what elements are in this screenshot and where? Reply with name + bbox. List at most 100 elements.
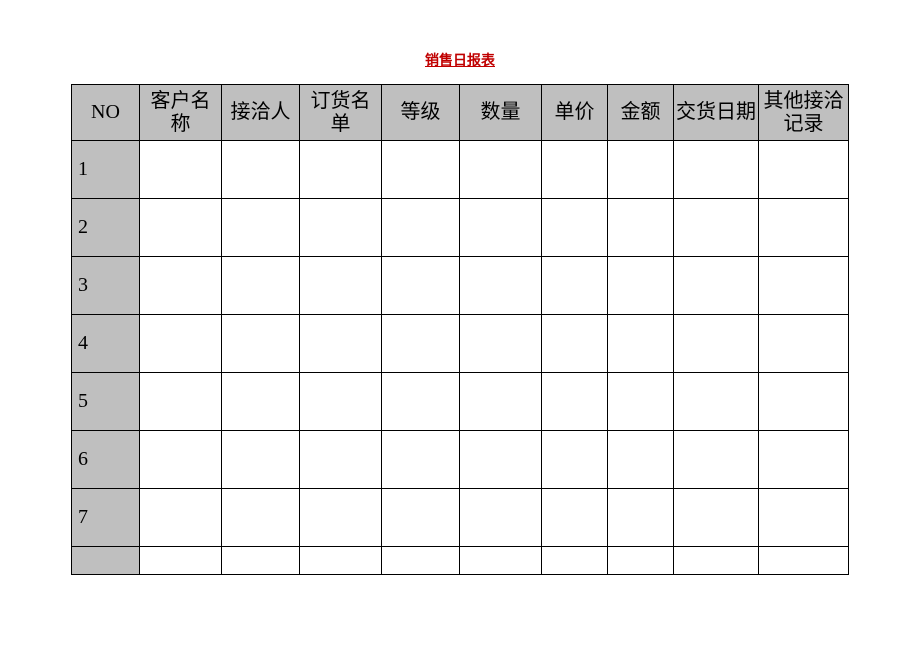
cell-no (72, 547, 140, 575)
cell-customer (140, 431, 222, 489)
cell-delivery (674, 199, 759, 257)
header-no: NO (72, 85, 140, 141)
table-row: 4 (72, 315, 849, 373)
cell-other (759, 489, 849, 547)
table-row: 5 (72, 373, 849, 431)
cell-contact (222, 199, 300, 257)
cell-price (542, 373, 608, 431)
header-customer: 客户名称 (140, 85, 222, 141)
header-delivery: 交货日期 (674, 85, 759, 141)
cell-grade (382, 489, 460, 547)
cell-qty (460, 141, 542, 199)
header-contact: 接洽人 (222, 85, 300, 141)
header-amount: 金额 (608, 85, 674, 141)
cell-no: 5 (72, 373, 140, 431)
cell-qty (460, 431, 542, 489)
cell-contact (222, 431, 300, 489)
cell-customer (140, 489, 222, 547)
cell-grade (382, 141, 460, 199)
cell-contact (222, 373, 300, 431)
cell-other (759, 373, 849, 431)
cell-other (759, 547, 849, 575)
cell-grade (382, 373, 460, 431)
header-price: 单价 (542, 85, 608, 141)
table-row: 2 (72, 199, 849, 257)
cell-amount (608, 547, 674, 575)
cell-order (300, 489, 382, 547)
sales-report-table: NO 客户名称 接洽人 订货名单 等级 数量 单价 金额 交货日期 其他接洽记录… (71, 84, 849, 575)
cell-order (300, 141, 382, 199)
cell-customer (140, 257, 222, 315)
cell-amount (608, 141, 674, 199)
cell-price (542, 489, 608, 547)
cell-order (300, 257, 382, 315)
cell-delivery (674, 431, 759, 489)
table-row: 1 (72, 141, 849, 199)
cell-grade (382, 199, 460, 257)
cell-contact (222, 257, 300, 315)
header-grade: 等级 (382, 85, 460, 141)
cell-delivery (674, 373, 759, 431)
cell-contact (222, 315, 300, 373)
table-header-row: NO 客户名称 接洽人 订货名单 等级 数量 单价 金额 交货日期 其他接洽记录 (72, 85, 849, 141)
cell-grade (382, 315, 460, 373)
cell-delivery (674, 257, 759, 315)
cell-customer (140, 141, 222, 199)
cell-no: 1 (72, 141, 140, 199)
cell-delivery (674, 141, 759, 199)
cell-order (300, 373, 382, 431)
cell-order (300, 315, 382, 373)
cell-delivery (674, 489, 759, 547)
table-row: 7 (72, 489, 849, 547)
cell-other (759, 431, 849, 489)
cell-qty (460, 373, 542, 431)
cell-delivery (674, 547, 759, 575)
cell-other (759, 141, 849, 199)
cell-no: 6 (72, 431, 140, 489)
cell-customer (140, 199, 222, 257)
cell-price (542, 431, 608, 489)
cell-qty (460, 315, 542, 373)
cell-no: 2 (72, 199, 140, 257)
cell-other (759, 257, 849, 315)
cell-price (542, 315, 608, 373)
cell-amount (608, 257, 674, 315)
cell-amount (608, 199, 674, 257)
table-body: 1 2 3 (72, 141, 849, 575)
cell-qty (460, 489, 542, 547)
cell-order (300, 199, 382, 257)
table-row (72, 547, 849, 575)
cell-amount (608, 373, 674, 431)
header-order: 订货名单 (300, 85, 382, 141)
cell-qty (460, 199, 542, 257)
cell-no: 7 (72, 489, 140, 547)
header-other: 其他接洽记录 (759, 85, 849, 141)
cell-no: 3 (72, 257, 140, 315)
cell-customer (140, 373, 222, 431)
cell-no: 4 (72, 315, 140, 373)
cell-price (542, 141, 608, 199)
cell-customer (140, 315, 222, 373)
cell-amount (608, 431, 674, 489)
cell-price (542, 257, 608, 315)
cell-amount (608, 489, 674, 547)
cell-customer (140, 547, 222, 575)
cell-amount (608, 315, 674, 373)
cell-order (300, 431, 382, 489)
cell-price (542, 199, 608, 257)
cell-grade (382, 431, 460, 489)
cell-qty (460, 257, 542, 315)
cell-contact (222, 547, 300, 575)
table-row: 3 (72, 257, 849, 315)
cell-grade (382, 547, 460, 575)
cell-contact (222, 141, 300, 199)
page-title: 销售日报表 (0, 0, 920, 84)
cell-other (759, 315, 849, 373)
header-qty: 数量 (460, 85, 542, 141)
cell-grade (382, 257, 460, 315)
cell-contact (222, 489, 300, 547)
cell-delivery (674, 315, 759, 373)
cell-qty (460, 547, 542, 575)
cell-order (300, 547, 382, 575)
cell-price (542, 547, 608, 575)
